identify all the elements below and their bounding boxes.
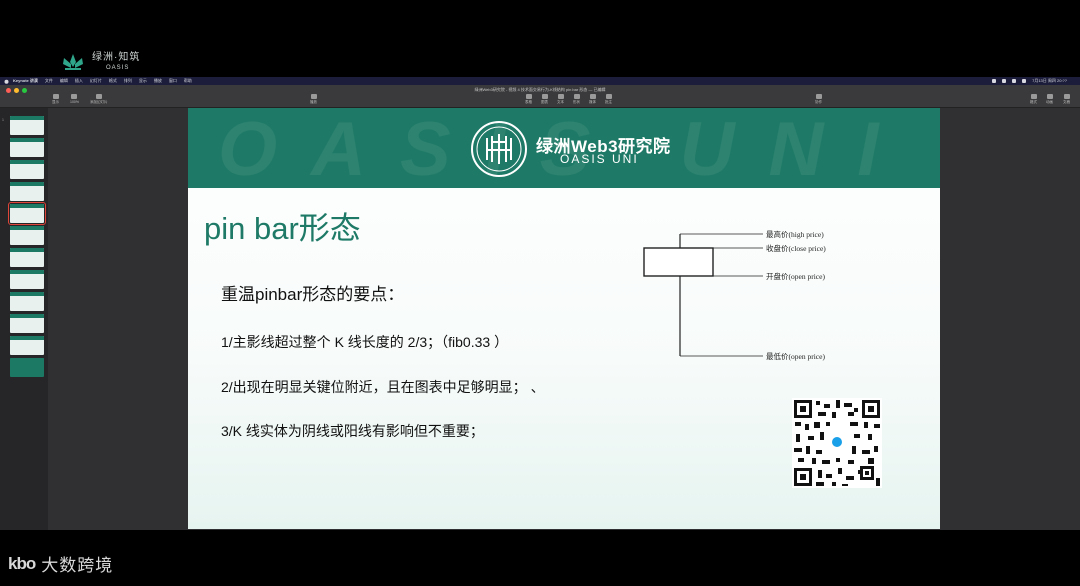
slide-title: pin bar形态 [204, 211, 361, 246]
battery-icon[interactable] [1002, 79, 1007, 83]
shape-button[interactable]: 形状 [573, 94, 580, 105]
view-button[interactable]: 显示 [52, 94, 59, 105]
document-title: 绿洲Web3研究院 - 视频 4 技术面交易行为-K线结构 pin bar 形态… [474, 87, 606, 92]
slide-thumb-12[interactable] [10, 358, 44, 377]
apple-icon[interactable] [4, 79, 9, 84]
comment-button[interactable]: 批注 [605, 94, 612, 105]
oasis-seal-logo [471, 121, 527, 177]
slide-thumb-1[interactable] [10, 116, 44, 135]
menu-play[interactable]: 播放 [154, 78, 162, 84]
qr-code[interactable] [792, 398, 882, 488]
chart-button[interactable]: 图表 [541, 94, 548, 105]
animate-icon [1046, 94, 1053, 99]
menu-window[interactable]: 窗口 [169, 78, 177, 84]
document-button[interactable]: 文稿 [1063, 94, 1070, 105]
zoom-menu[interactable]: 100% [70, 94, 79, 104]
bullet-point-1: 1/主影线超过整个 K 线长度的 2/3；（fib0.33 ） [221, 334, 509, 350]
slide-thumb-6[interactable] [10, 226, 44, 245]
current-slide[interactable]: OASIS UNI 绿洲Web3研究院 OASIS UNI pin bar形态 … [188, 108, 940, 529]
add-slide-icon [95, 94, 102, 99]
menu-insert[interactable]: 插入 [75, 78, 83, 84]
slide-thumb-10[interactable] [10, 314, 44, 333]
kbo-logo: kbo [8, 553, 36, 573]
lotus-icon [63, 54, 83, 70]
add-slide-button[interactable]: 添加幻灯片 [90, 94, 108, 105]
slide-thumb-2[interactable] [10, 138, 44, 157]
slide-thumb-3[interactable] [10, 160, 44, 179]
slide-subtitle: 重温pinbar形态的要点： [221, 285, 405, 304]
channel-name: 绿洲·知筑 [92, 52, 141, 63]
collaborate-icon [815, 94, 822, 99]
comment-icon [605, 94, 612, 99]
label-low-price: 最低价(open price) [766, 351, 825, 361]
channel-name-en: OASIS [106, 65, 130, 71]
text-icon [557, 94, 564, 99]
play-button[interactable]: 播放 [310, 94, 317, 105]
control-center-icon[interactable] [1022, 79, 1027, 83]
menu-file[interactable]: 文件 [45, 78, 53, 84]
play-icon [310, 94, 317, 99]
clock[interactable]: 7月13日 周四 20:?? [1032, 78, 1067, 84]
format-icon [1030, 94, 1037, 99]
chart-icon [541, 94, 548, 99]
menu-help[interactable]: 帮助 [184, 78, 192, 84]
shape-icon [573, 94, 580, 99]
label-open-price: 开盘价(open price) [766, 271, 825, 281]
channel-logo: 绿洲·知筑 OASIS [60, 52, 140, 72]
toolbar: 绿洲Web3研究院 - 视频 4 技术面交易行为-K线结构 pin bar 形态… [0, 85, 1080, 108]
table-icon [525, 94, 532, 99]
menu-app[interactable]: Keynote 讲演 [13, 78, 38, 84]
table-button[interactable]: 表格 [525, 94, 532, 105]
media-icon [589, 94, 596, 99]
slide-banner: OASIS UNI 绿洲Web3研究院 OASIS UNI [188, 108, 940, 188]
video-watermark: kbo 大数跨境 [8, 551, 113, 576]
label-high-price: 最高价(high price) [766, 229, 824, 239]
menu-edit[interactable]: 编辑 [60, 78, 68, 84]
menu-view[interactable]: 显示 [139, 78, 147, 84]
slide-thumb-4[interactable] [10, 182, 44, 201]
search-icon[interactable] [1012, 79, 1017, 83]
document-icon [1063, 94, 1070, 99]
slide-thumb-8[interactable] [10, 270, 44, 289]
status-area: 7月13日 周四 20:?? [992, 78, 1080, 84]
zoom-icon [71, 94, 78, 99]
slide-thumb-7[interactable] [10, 248, 44, 267]
view-icon [52, 94, 59, 99]
format-button[interactable]: 格式 [1030, 94, 1037, 105]
label-close-price: 收盘价(close price) [766, 243, 826, 253]
watermark-name: 大数跨境 [41, 556, 114, 575]
text-button[interactable]: 文本 [557, 94, 564, 105]
menu-format[interactable]: 格式 [109, 78, 117, 84]
slide-thumb-9[interactable] [10, 292, 44, 311]
bullet-point-3: 3/K 线实体为阴线或阳线有影响但不重要； [221, 423, 484, 439]
bullet-point-2: 2/出现在明显关键位附近，且在图表中足够明显； 、 [221, 379, 545, 395]
slide-thumb-5-selected[interactable] [8, 202, 46, 225]
org-name-en: OASIS UNI [560, 152, 639, 166]
slide-thumb-11[interactable] [10, 336, 44, 355]
animate-button[interactable]: 动画 [1046, 94, 1053, 105]
menu-arrange[interactable]: 排列 [124, 78, 132, 84]
menu-bar: Keynote 讲演 文件 编辑 插入 幻灯片 格式 排列 显示 播放 窗口 帮… [0, 77, 1080, 85]
slide-number: 1 [2, 118, 4, 122]
menu-slide[interactable]: 幻灯片 [90, 78, 102, 84]
pinbar-candle-diagram: 最高价(high price) 收盘价(close price) 开盘价(ope… [643, 229, 826, 361]
media-button[interactable]: 媒体 [589, 94, 596, 105]
collaborate-button[interactable]: 协作 [815, 94, 822, 105]
slide-navigator: 1 [0, 108, 48, 530]
wifi-icon[interactable] [992, 79, 997, 83]
